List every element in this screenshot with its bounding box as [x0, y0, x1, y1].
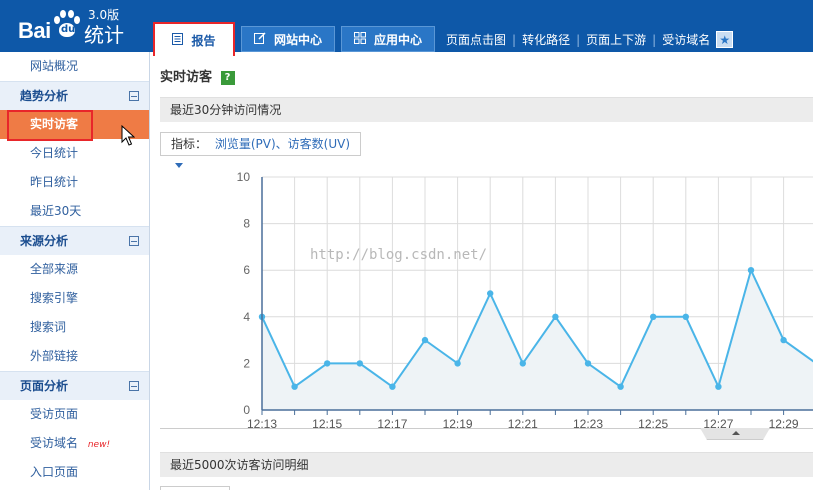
logo-tongji-text: 统计 — [84, 23, 124, 47]
report-icon — [172, 32, 184, 48]
data-point — [747, 267, 755, 274]
sidebar-group-trend[interactable]: 趋势分析 — [0, 81, 149, 110]
data-point — [291, 383, 298, 390]
sidebar-item-visited-domains[interactable]: 受访域名 new! — [0, 429, 149, 458]
y-tick-label: 0 — [243, 403, 250, 417]
link-conversion-path[interactable]: 转化路径 — [522, 31, 570, 48]
tab-site-center[interactable]: 网站中心 — [241, 26, 335, 52]
star-icon[interactable]: ★ — [716, 31, 734, 48]
sidebar-group-page[interactable]: 页面分析 — [0, 371, 149, 400]
grid-icon — [353, 31, 366, 47]
new-badge: new! — [87, 440, 111, 450]
metric-value: 浏览量(PV)、访客数(UV) — [214, 137, 351, 151]
link-page-flow[interactable]: 页面上下游 — [586, 31, 646, 48]
sidebar-group-title: 页面分析 — [20, 379, 69, 393]
data-point — [650, 313, 657, 320]
section-header-last-5000: 最近5000次访客访问明细 — [160, 452, 813, 477]
table-top-edge — [160, 486, 230, 490]
y-tick-label: 6 — [243, 263, 250, 277]
sidebar-item-label: 受访域名 — [30, 436, 79, 450]
link-page-click-map[interactable]: 页面点击图 — [446, 31, 506, 48]
sidebar-group-title: 趋势分析 — [20, 89, 69, 103]
metric-select[interactable]: 指标： 浏览量(PV)、访客数(UV) — [160, 132, 361, 168]
collapse-icon[interactable] — [129, 381, 139, 391]
data-point — [454, 360, 461, 367]
tab-app-center[interactable]: 应用中心 — [341, 26, 435, 52]
data-point — [584, 360, 592, 367]
data-point — [617, 383, 624, 390]
sidebar-item-all-sources[interactable]: 全部来源 — [0, 255, 149, 284]
y-tick-label: 8 — [243, 217, 250, 231]
data-point — [519, 360, 526, 367]
header-links: 页面点击图 | 转化路径 | 页面上下游 | 受访域名 ★ — [446, 31, 734, 48]
page-title-text: 实时访客 — [160, 70, 213, 85]
data-point — [715, 383, 722, 390]
tab-app-center-label: 应用中心 — [373, 32, 422, 47]
link-separator: | — [512, 32, 517, 47]
link-separator: | — [652, 32, 657, 47]
y-tick-label: 2 — [243, 356, 250, 370]
data-point — [389, 383, 396, 390]
realtime-chart: 024681012:13 12:15 12:17 12:19 12:21 12:23 12:… — [237, 170, 813, 431]
sidebar-item-search-engine[interactable]: 搜索引擎 — [0, 284, 149, 313]
watermark: http://blog.csdn.net/ — [310, 247, 488, 263]
collapse-icon[interactable] — [129, 236, 139, 246]
tab-site-center-label: 网站中心 — [273, 32, 322, 47]
sidebar-group-source[interactable]: 来源分析 — [0, 226, 149, 255]
logo-bai-text: Bai — [18, 18, 51, 43]
sidebar: 网站概况 趋势分析 实时访客 今日统计 昨日统计 最近30天 来源分析 全部来源… — [0, 52, 150, 490]
tab-report[interactable]: 报告 — [153, 22, 235, 56]
sidebar-item-overview[interactable]: 网站概况 — [0, 52, 149, 81]
metric-label: 指标： — [171, 137, 208, 151]
sidebar-group-title: 来源分析 — [20, 234, 69, 248]
y-tick-label: 4 — [243, 310, 250, 324]
data-point — [324, 360, 331, 367]
data-point — [682, 313, 689, 320]
data-point — [356, 360, 363, 367]
data-point — [780, 336, 787, 344]
sidebar-item-last-30-days[interactable]: 最近30天 — [0, 197, 149, 226]
data-point — [487, 290, 494, 297]
section-header-last-30-min: 最近30分钟访问情况 — [160, 97, 813, 122]
sidebar-item-yesterday[interactable]: 昨日统计 — [0, 168, 149, 197]
sidebar-item-search-terms[interactable]: 搜索词 — [0, 313, 149, 342]
data-point — [421, 336, 429, 344]
edit-icon — [253, 31, 266, 47]
sidebar-item-visited-pages[interactable]: 受访页面 — [0, 400, 149, 429]
collapse-chart-handle[interactable] — [700, 428, 770, 440]
data-point — [552, 313, 559, 320]
sidebar-item-external-links[interactable]: 外部链接 — [0, 342, 149, 371]
link-separator: | — [576, 32, 581, 47]
sidebar-item-entry-pages[interactable]: 入口页面 — [0, 458, 149, 487]
logo-version: 3.0版 — [88, 8, 120, 22]
main-content: 实时访客 ? 最近30分钟访问情况 指标： 浏览量(PV)、访客数(UV) 0 2… — [150, 52, 813, 490]
collapse-icon[interactable] — [129, 91, 139, 101]
y-tick-label: 10 — [237, 170, 251, 184]
link-visited-domain[interactable]: 受访域名 — [662, 31, 710, 48]
highlight-box — [7, 110, 93, 141]
mouse-cursor-icon — [121, 125, 135, 146]
tab-report-label: 报告 — [191, 33, 216, 48]
paw-icon: du — [54, 10, 80, 40]
help-icon[interactable]: ? — [220, 71, 235, 85]
baidu-tongji-logo[interactable]: Bai du 统计 3.0版 — [18, 8, 148, 48]
logo-du-text: du — [61, 24, 76, 35]
top-header: Bai du 统计 3.0版 报告 网站中心 应用中心 页面点击图 | 转化路径 — [0, 0, 813, 56]
page-title: 实时访客 ? — [160, 66, 235, 85]
